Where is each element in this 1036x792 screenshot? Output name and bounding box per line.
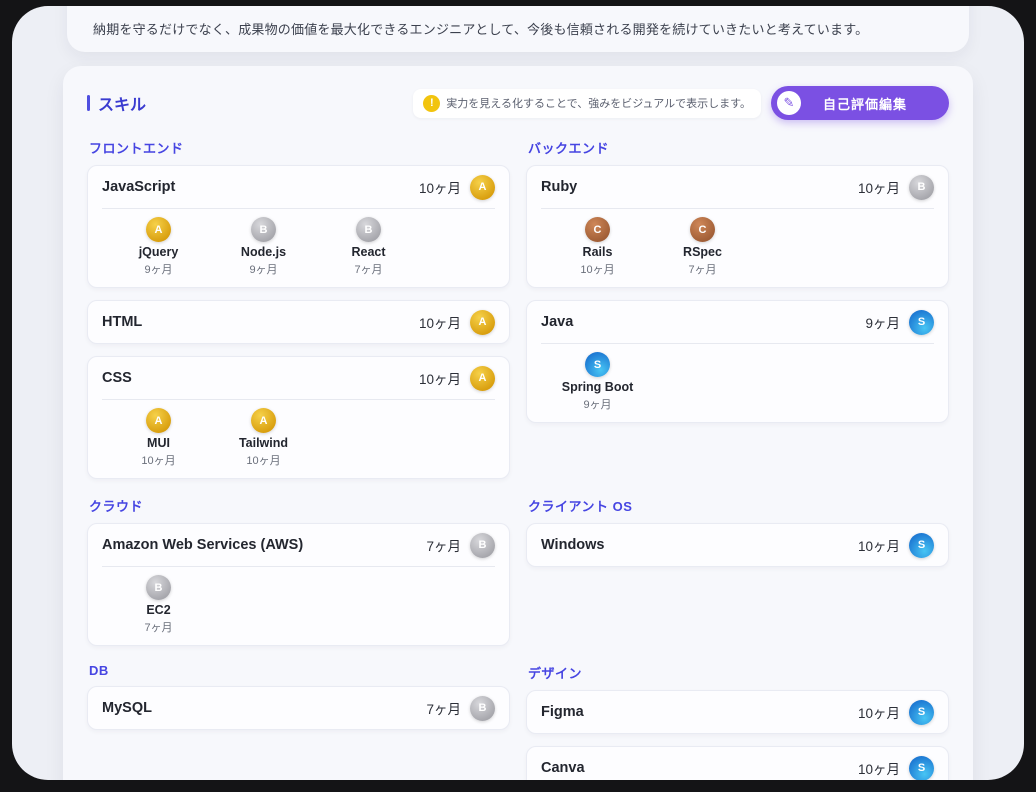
skills-header: スキル ! 実力を見える化することで、強みをビジュアルで表示します。 ✎ 自己評… bbox=[87, 86, 949, 120]
subskill-ec2: B EC2 7ヶ月 bbox=[106, 575, 211, 635]
pencil-icon: ✎ bbox=[777, 91, 801, 115]
skill-name: JavaScript bbox=[102, 179, 175, 195]
grade-badge: B bbox=[146, 575, 171, 600]
notice-text: 実力を見える化することで、強みをビジュアルで表示します。 bbox=[446, 95, 751, 111]
grade-badge: B bbox=[470, 533, 495, 558]
subskill-tailwind: A Tailwind 10ヶ月 bbox=[211, 408, 316, 468]
grid-row: クラウド Amazon Web Services (AWS) 7ヶ月 B bbox=[87, 496, 949, 646]
skill-duration: 9ヶ月 bbox=[865, 312, 900, 332]
skill-duration: 7ヶ月 bbox=[426, 698, 461, 718]
category-label: フロントエンド bbox=[89, 138, 510, 157]
skill-name: MySQL bbox=[102, 700, 152, 716]
skill-duration: 7ヶ月 bbox=[426, 535, 461, 555]
category-label: クラウド bbox=[89, 496, 510, 515]
subskill-nodejs: B Node.js 9ヶ月 bbox=[211, 217, 316, 277]
skill-card-css: CSS 10ヶ月 A A MUI bbox=[87, 356, 510, 479]
divider bbox=[541, 208, 934, 209]
skill-name: Java bbox=[541, 314, 573, 330]
grade-badge: C bbox=[585, 217, 610, 242]
grade-badge: A bbox=[470, 175, 495, 200]
grade-badge: B bbox=[909, 175, 934, 200]
skill-name: HTML bbox=[102, 314, 142, 330]
category-label: デザイン bbox=[528, 663, 949, 682]
grade-badge: S bbox=[909, 310, 934, 335]
skill-duration: 10ヶ月 bbox=[858, 177, 900, 197]
category-design: デザイン Figma 10ヶ月 S bbox=[526, 663, 949, 780]
subskill-spring-boot: S Spring Boot 9ヶ月 bbox=[545, 352, 650, 412]
skill-name: Ruby bbox=[541, 179, 577, 195]
skill-card-ruby: Ruby 10ヶ月 B C Rails bbox=[526, 165, 949, 288]
grid-row: DB MySQL 7ヶ月 B bbox=[87, 663, 949, 780]
app-window: 納期を守るだけでなく、成果物の価値を最大化できるエンジニアとして、今後も信頼され… bbox=[12, 6, 1024, 780]
category-label: クライアント OS bbox=[528, 496, 949, 515]
category-backend: バックエンド Ruby 10ヶ月 B bbox=[526, 138, 949, 423]
skill-duration: 10ヶ月 bbox=[419, 177, 461, 197]
skill-card-figma: Figma 10ヶ月 S bbox=[526, 690, 949, 734]
skill-duration: 10ヶ月 bbox=[419, 312, 461, 332]
grade-badge: A bbox=[146, 217, 171, 242]
skills-card: スキル ! 実力を見える化することで、強みをビジュアルで表示します。 ✎ 自己評… bbox=[63, 66, 973, 780]
summary-card: 納期を守るだけでなく、成果物の価値を最大化できるエンジニアとして、今後も信頼され… bbox=[67, 6, 969, 52]
grade-badge: A bbox=[146, 408, 171, 433]
divider bbox=[102, 208, 495, 209]
skill-duration: 10ヶ月 bbox=[858, 758, 900, 778]
divider bbox=[102, 399, 495, 400]
section-title: スキル bbox=[87, 91, 146, 115]
grade-badge: B bbox=[470, 696, 495, 721]
subskill-jquery: A jQuery 9ヶ月 bbox=[106, 217, 211, 277]
subskill-rails: C Rails 10ヶ月 bbox=[545, 217, 650, 277]
divider bbox=[102, 566, 495, 567]
grade-badge: B bbox=[251, 217, 276, 242]
category-cloud: クラウド Amazon Web Services (AWS) 7ヶ月 B bbox=[87, 496, 510, 646]
grade-badge: C bbox=[690, 217, 715, 242]
skill-card-windows: Windows 10ヶ月 S bbox=[526, 523, 949, 567]
grade-badge: S bbox=[909, 533, 934, 558]
skill-name: Figma bbox=[541, 704, 584, 720]
grade-badge: B bbox=[356, 217, 381, 242]
skill-duration: 10ヶ月 bbox=[858, 702, 900, 722]
summary-text: 納期を守るだけでなく、成果物の価値を最大化できるエンジニアとして、今後も信頼され… bbox=[93, 19, 868, 38]
edit-button-label: 自己評価編集 bbox=[801, 94, 929, 113]
skill-name: Windows bbox=[541, 537, 605, 553]
section-title-text: スキル bbox=[98, 91, 146, 115]
header-right: ! 実力を見える化することで、強みをビジュアルで表示します。 ✎ 自己評価編集 bbox=[413, 86, 949, 120]
grade-badge: A bbox=[251, 408, 276, 433]
category-label: バックエンド bbox=[528, 138, 949, 157]
grade-badge: A bbox=[470, 310, 495, 335]
skill-name: Canva bbox=[541, 760, 585, 776]
skill-name: CSS bbox=[102, 370, 132, 386]
skills-grid: フロントエンド JavaScript 10ヶ月 A bbox=[87, 138, 949, 780]
subskill-rspec: C RSpec 7ヶ月 bbox=[650, 217, 755, 277]
subskill-mui: A MUI 10ヶ月 bbox=[106, 408, 211, 468]
grade-badge: S bbox=[585, 352, 610, 377]
category-label: DB bbox=[89, 663, 510, 678]
grid-row: フロントエンド JavaScript 10ヶ月 A bbox=[87, 138, 949, 479]
grade-badge: A bbox=[470, 366, 495, 391]
skill-card-javascript: JavaScript 10ヶ月 A A jQuery bbox=[87, 165, 510, 288]
skill-duration: 10ヶ月 bbox=[419, 368, 461, 388]
notice: ! 実力を見える化することで、強みをビジュアルで表示します。 bbox=[413, 89, 761, 118]
divider bbox=[541, 343, 934, 344]
skill-card-java: Java 9ヶ月 S S Spring Boot bbox=[526, 300, 949, 423]
skill-card-mysql: MySQL 7ヶ月 B bbox=[87, 686, 510, 730]
skill-card-html: HTML 10ヶ月 A bbox=[87, 300, 510, 344]
skill-name: Amazon Web Services (AWS) bbox=[102, 537, 303, 553]
skill-duration: 10ヶ月 bbox=[858, 535, 900, 555]
category-client-os: クライアント OS Windows 10ヶ月 S bbox=[526, 496, 949, 567]
warning-icon: ! bbox=[423, 95, 440, 112]
self-evaluation-edit-button[interactable]: ✎ 自己評価編集 bbox=[771, 86, 949, 120]
subskill-react: B React 7ヶ月 bbox=[316, 217, 421, 277]
grade-badge: S bbox=[909, 756, 934, 781]
skill-card-aws: Amazon Web Services (AWS) 7ヶ月 B B bbox=[87, 523, 510, 646]
grade-badge: S bbox=[909, 700, 934, 725]
skill-card-canva: Canva 10ヶ月 S bbox=[526, 746, 949, 780]
title-accent-bar bbox=[87, 95, 90, 111]
category-db: DB MySQL 7ヶ月 B bbox=[87, 663, 510, 730]
category-frontend: フロントエンド JavaScript 10ヶ月 A bbox=[87, 138, 510, 479]
